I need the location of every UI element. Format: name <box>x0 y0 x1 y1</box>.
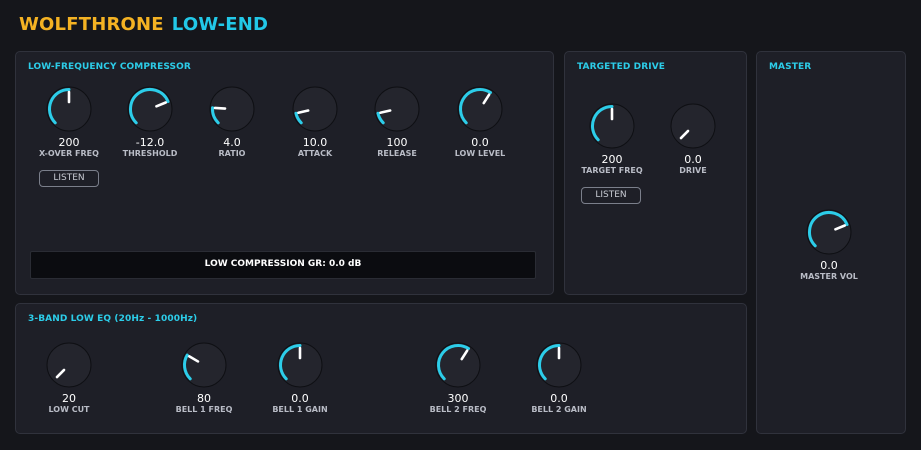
knob-label: THRESHOLD <box>122 149 178 158</box>
knob-value: 200 <box>601 153 623 166</box>
knob-label: BELL 1 GAIN <box>272 405 328 414</box>
knob-body <box>457 86 503 132</box>
knob-dial[interactable] <box>668 101 718 151</box>
targeted-drive-title: TARGETED DRIVE <box>577 62 666 72</box>
threshold-knob[interactable]: -12.0 THRESHOLD <box>110 84 190 159</box>
master-panel: MASTER 0.0 MASTER VOL <box>756 51 906 434</box>
low-cut-knob[interactable]: 20 LOW CUT <box>29 340 109 415</box>
knob-label: RELEASE <box>377 149 417 158</box>
xover-freq-knob[interactable]: 200 X-OVER FREQ <box>29 84 109 159</box>
attack-knob[interactable]: 10.0 ATTACK <box>275 84 355 159</box>
gain-reduction-meter: LOW COMPRESSION GR: 0.0 dB <box>30 251 536 279</box>
compressor-listen-button[interactable]: LISTEN <box>39 170 99 187</box>
knob-dial[interactable] <box>433 340 483 390</box>
knob-body <box>374 86 420 132</box>
target-freq-knob[interactable]: 200 TARGET FREQ <box>572 101 652 176</box>
app-title: WOLFTHRONE LOW-END <box>19 14 268 35</box>
master-vol-knob[interactable]: 0.0 MASTER VOL <box>789 207 869 282</box>
knob-label: LOW LEVEL <box>454 149 506 158</box>
knob-dial[interactable] <box>587 101 637 151</box>
knob-body <box>181 342 227 388</box>
knob-label: BELL 2 FREQ <box>429 405 487 414</box>
knob-value: 300 <box>447 392 469 405</box>
knob-label: LOW CUT <box>48 405 90 414</box>
knob-body <box>435 342 481 388</box>
knob-value: 0.0 <box>820 259 838 272</box>
drive-knob[interactable]: 0.0 DRIVE <box>653 101 733 176</box>
bell2-freq-knob[interactable]: 300 BELL 2 FREQ <box>418 340 498 415</box>
knob-dial[interactable] <box>290 84 340 134</box>
knob-value: 0.0 <box>550 392 568 405</box>
knob-value: -12.0 <box>135 136 165 149</box>
bell2-gain-knob[interactable]: 0.0 BELL 2 GAIN <box>519 340 599 415</box>
knob-value: 10.0 <box>302 136 328 149</box>
knob-value: 100 <box>386 136 408 149</box>
targeted-drive-panel: TARGETED DRIVE 200 TARGET FREQ 0.0 DRIVE L… <box>564 51 747 295</box>
drive-listen-button[interactable]: LISTEN <box>581 187 641 204</box>
knob-dial[interactable] <box>179 340 229 390</box>
knob-dial[interactable] <box>804 207 854 257</box>
product-name: LOW-END <box>171 14 269 35</box>
eq-panel: 3-BAND LOW EQ (20Hz - 1000Hz) 20 LOW CUT … <box>15 303 747 434</box>
knob-label: BELL 1 FREQ <box>175 405 233 414</box>
knob-dial[interactable] <box>44 84 94 134</box>
ratio-knob[interactable]: 4.0 RATIO <box>192 84 272 159</box>
knob-dial[interactable] <box>44 340 94 390</box>
bell1-freq-knob[interactable]: 80 BELL 1 FREQ <box>164 340 244 415</box>
knob-value: 0.0 <box>684 153 702 166</box>
knob-label: ATTACK <box>297 149 333 158</box>
knob-dial[interactable] <box>455 84 505 134</box>
knob-dial[interactable] <box>125 84 175 134</box>
knob-body <box>670 103 716 149</box>
master-title: MASTER <box>769 62 812 72</box>
knob-label: MASTER VOL <box>800 272 858 281</box>
knob-pointer <box>213 106 227 110</box>
knob-label: TARGET FREQ <box>581 166 643 175</box>
knob-body <box>46 342 92 388</box>
knob-body <box>806 209 852 255</box>
knob-value: 0.0 <box>291 392 309 405</box>
knob-dial[interactable] <box>534 340 584 390</box>
knob-label: X-OVER FREQ <box>39 149 99 158</box>
knob-dial[interactable] <box>207 84 257 134</box>
knob-label: DRIVE <box>679 166 707 175</box>
knob-value: 200 <box>58 136 80 149</box>
knob-dial[interactable] <box>372 84 422 134</box>
knob-dial[interactable] <box>275 340 325 390</box>
compressor-title: LOW-FREQUENCY COMPRESSOR <box>28 62 191 72</box>
compressor-panel: LOW-FREQUENCY COMPRESSOR 200 X-OVER FREQ … <box>15 51 554 295</box>
brand-name: WOLFTHRONE <box>19 14 164 35</box>
bell1-gain-knob[interactable]: 0.0 BELL 1 GAIN <box>260 340 340 415</box>
knob-label: BELL 2 GAIN <box>531 405 587 414</box>
knob-body <box>127 86 173 132</box>
knob-label: RATIO <box>218 149 246 158</box>
knob-value: 80 <box>197 392 211 405</box>
knob-value: 4.0 <box>223 136 241 149</box>
knob-value: 0.0 <box>471 136 489 149</box>
eq-title: 3-BAND LOW EQ (20Hz - 1000Hz) <box>28 314 198 324</box>
knob-value: 20 <box>62 392 76 405</box>
release-knob[interactable]: 100 RELEASE <box>357 84 437 159</box>
knob-body <box>292 86 338 132</box>
low-level-knob[interactable]: 0.0 LOW LEVEL <box>440 84 520 159</box>
